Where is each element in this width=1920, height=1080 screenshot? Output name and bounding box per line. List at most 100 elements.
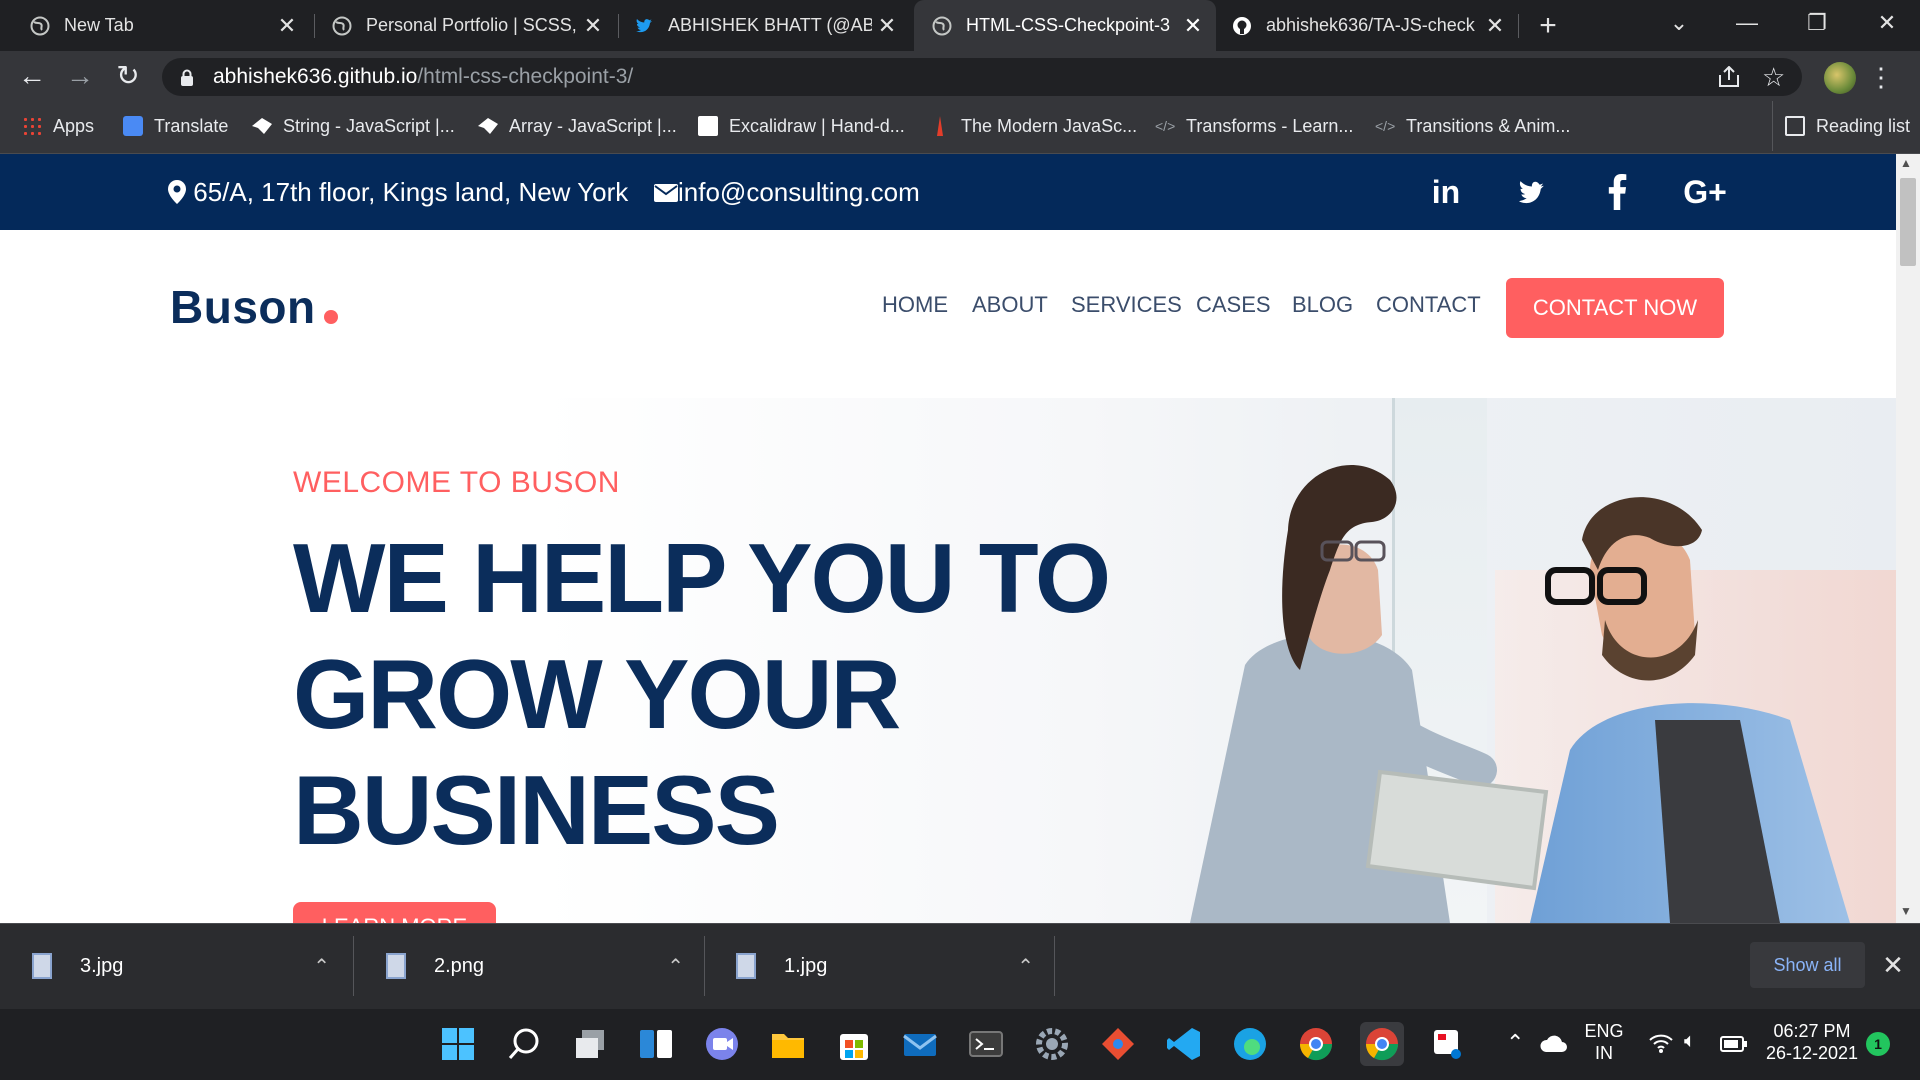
back-arrow-icon[interactable]: ← bbox=[10, 51, 54, 101]
task-view-icon[interactable] bbox=[568, 1022, 612, 1066]
contact-now-button[interactable]: CONTACT NOW bbox=[1506, 278, 1724, 338]
close-icon[interactable]: ✕ bbox=[1480, 13, 1510, 39]
scroll-up-arrow-icon[interactable]: ▲ bbox=[1900, 156, 1912, 170]
tab-portfolio[interactable]: Personal Portfolio | SCSS, ✕ bbox=[316, 0, 616, 51]
tab-github[interactable]: abhishek636/TA-JS-check ✕ bbox=[1218, 0, 1518, 51]
bookmark-transitions[interactable]: </> Transitions & Anim... bbox=[1375, 101, 1570, 151]
nav-blog[interactable]: BLOG bbox=[1292, 292, 1353, 318]
volume-icon[interactable]: 🔈︎ bbox=[1684, 1030, 1696, 1053]
lock-icon[interactable] bbox=[180, 69, 194, 87]
minimize-button[interactable]: — bbox=[1712, 0, 1782, 51]
page-scrollbar[interactable] bbox=[1896, 154, 1920, 923]
nav-services[interactable]: SERVICES bbox=[1071, 292, 1182, 318]
reading-list-icon bbox=[1785, 116, 1805, 136]
tab-separator bbox=[618, 14, 619, 38]
download-item[interactable]: 1.jpg ⌃ bbox=[704, 924, 1054, 1008]
search-icon[interactable] bbox=[502, 1022, 546, 1066]
start-button-icon[interactable] bbox=[436, 1022, 480, 1066]
close-icon[interactable]: ✕ bbox=[578, 13, 608, 39]
battery-icon[interactable] bbox=[1720, 1036, 1748, 1052]
nav-about[interactable]: ABOUT bbox=[972, 292, 1048, 318]
wifi-icon[interactable] bbox=[1648, 1032, 1674, 1054]
bookmark-array-js[interactable]: Array - JavaScript |... bbox=[478, 101, 677, 151]
url-text[interactable]: abhishek636.github.io/html-css-checkpoin… bbox=[213, 58, 633, 96]
excalidraw-icon bbox=[698, 116, 718, 136]
hero-headline-line: WE HELP YOU TO bbox=[293, 523, 1111, 633]
notification-badge[interactable]: 1 bbox=[1866, 1032, 1890, 1056]
restore-button[interactable]: ❐ bbox=[1782, 0, 1852, 51]
language-code: ENG bbox=[1584, 1021, 1624, 1041]
reading-list-label: Reading list bbox=[1816, 115, 1911, 136]
chrome-active-icon[interactable] bbox=[1360, 1022, 1404, 1066]
scroll-down-arrow-icon[interactable]: ▼ bbox=[1900, 904, 1912, 918]
bookmark-star-icon[interactable]: ☆ bbox=[1762, 58, 1785, 96]
terminal-icon[interactable] bbox=[964, 1022, 1008, 1066]
bookmark-modern-js[interactable]: The Modern JavaSc... bbox=[930, 101, 1137, 151]
bookmark-apps[interactable]: Apps bbox=[22, 101, 94, 151]
bookmark-transforms[interactable]: </> Transforms - Learn... bbox=[1155, 101, 1353, 151]
tab-twitter[interactable]: ABHISHEK BHATT (@ABH ✕ bbox=[620, 0, 910, 51]
bookmark-label: Array - JavaScript |... bbox=[509, 115, 677, 136]
chevron-up-icon[interactable]: ⌃ bbox=[313, 954, 330, 979]
more-menu-icon[interactable]: ⋮ bbox=[1868, 58, 1894, 96]
nav-contact[interactable]: CONTACT bbox=[1376, 292, 1481, 318]
scrollbar-thumb[interactable] bbox=[1900, 178, 1916, 266]
file-explorer-icon[interactable] bbox=[766, 1022, 810, 1066]
email-info: info@consulting.com bbox=[654, 154, 920, 230]
chevron-up-icon[interactable]: ⌃ bbox=[667, 954, 684, 979]
tab-new-tab[interactable]: New Tab ✕ bbox=[0, 0, 310, 51]
twitter-icon[interactable] bbox=[1517, 178, 1549, 206]
language-indicator[interactable]: ENG IN bbox=[1582, 1020, 1626, 1064]
nav-home[interactable]: HOME bbox=[882, 292, 948, 318]
chevron-up-icon[interactable]: ⌃ bbox=[1017, 954, 1034, 979]
email-text[interactable]: info@consulting.com bbox=[678, 177, 920, 207]
windows-taskbar bbox=[0, 1009, 1920, 1080]
close-icon[interactable]: ✕ bbox=[272, 13, 302, 39]
tab-search-button[interactable]: ⌄ bbox=[1644, 0, 1714, 51]
url-host: abhishek636.github.io bbox=[213, 65, 418, 88]
close-window-button[interactable]: ✕ bbox=[1852, 0, 1920, 51]
mail-icon[interactable] bbox=[898, 1022, 942, 1066]
reading-list-button[interactable]: Reading list bbox=[1772, 101, 1910, 151]
region-code: IN bbox=[1595, 1043, 1613, 1063]
bookmark-excalidraw[interactable]: Excalidraw | Hand-d... bbox=[698, 101, 905, 151]
show-all-button[interactable]: Show all bbox=[1750, 942, 1865, 988]
download-item[interactable]: 3.jpg ⌃ bbox=[0, 924, 350, 1008]
teams-chat-icon[interactable] bbox=[700, 1022, 744, 1066]
hero-welcome-text: WELCOME TO BUSON bbox=[293, 466, 620, 499]
site-logo[interactable]: Buson bbox=[170, 280, 316, 334]
chrome-icon[interactable] bbox=[1294, 1022, 1338, 1066]
bookmark-translate[interactable]: Translate bbox=[123, 101, 228, 151]
download-item[interactable]: 2.png ⌃ bbox=[354, 924, 704, 1008]
linkedin-icon[interactable]: in bbox=[1424, 172, 1468, 212]
download-filename: 1.jpg bbox=[784, 954, 828, 977]
reload-icon[interactable]: ↻ bbox=[106, 51, 150, 101]
tab-title: Personal Portfolio | SCSS, bbox=[366, 15, 577, 35]
profile-avatar[interactable] bbox=[1824, 62, 1856, 94]
new-tab-button[interactable]: + bbox=[1530, 8, 1566, 44]
close-shelf-icon[interactable]: ✕ bbox=[1878, 942, 1908, 988]
close-icon[interactable]: ✕ bbox=[872, 13, 902, 39]
forward-arrow-icon[interactable]: → bbox=[58, 51, 102, 101]
logo-dot bbox=[324, 310, 338, 324]
vscode-icon[interactable] bbox=[1162, 1022, 1206, 1066]
share-icon[interactable] bbox=[1717, 66, 1741, 88]
clock[interactable]: 06:27 PM 26-12-2021 bbox=[1760, 1020, 1864, 1064]
google-plus-icon[interactable]: G+ bbox=[1680, 172, 1730, 212]
sourcetree-icon[interactable] bbox=[1096, 1022, 1140, 1066]
onedrive-cloud-icon[interactable] bbox=[1540, 1034, 1568, 1054]
chevron-up-icon[interactable]: ⌃ bbox=[1506, 1030, 1524, 1056]
bookmark-string-js[interactable]: String - JavaScript |... bbox=[252, 101, 455, 151]
snipping-tool-icon[interactable] bbox=[1426, 1022, 1470, 1066]
tab-html-css-checkpoint[interactable]: HTML-CSS-Checkpoint-3 ✕ bbox=[914, 0, 1216, 51]
clock-date: 26-12-2021 bbox=[1765, 1043, 1859, 1063]
close-icon[interactable]: ✕ bbox=[1178, 13, 1208, 39]
bookmark-label: Apps bbox=[53, 115, 95, 136]
edge-icon[interactable] bbox=[1228, 1022, 1272, 1066]
widgets-icon[interactable] bbox=[634, 1022, 678, 1066]
nav-cases[interactable]: CASES bbox=[1196, 292, 1271, 318]
facebook-icon[interactable] bbox=[1606, 174, 1628, 210]
settings-gear-icon[interactable] bbox=[1030, 1022, 1074, 1066]
microsoft-store-icon[interactable] bbox=[832, 1022, 876, 1066]
clock-time: 06:27 PM bbox=[1773, 1021, 1851, 1041]
